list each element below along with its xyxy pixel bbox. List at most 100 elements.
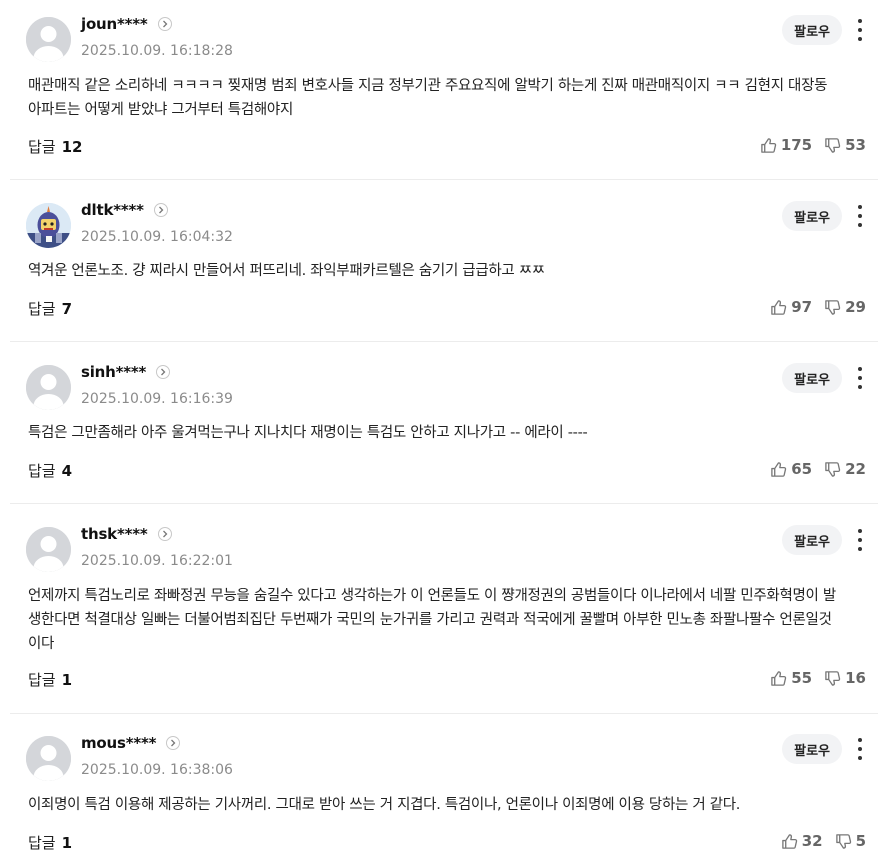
thumbs-down-icon (835, 833, 851, 849)
like-count: 175 (780, 136, 813, 154)
dislike-button[interactable]: 53 (824, 136, 866, 154)
dislike-count: 29 (845, 298, 866, 316)
comment-item: dltk**** 2025.10.09. 16:04:32 팔로우 역겨운 언론… (0, 186, 888, 341)
like-count: 55 (791, 669, 813, 687)
reply-count: 1 (61, 671, 73, 689)
comment-item: sinh**** 2025.10.09. 16:16:39 팔로우 특검은 그만… (0, 348, 888, 503)
comment-text: 이죄명이 특검 이용해 제공하는 기사꺼리. 그대로 받아 쓰는 거 지겹다. … (28, 797, 741, 813)
follow-button[interactable]: 팔로우 (782, 525, 842, 555)
timestamp: 2025.10.09. 16:04:32 (81, 229, 233, 245)
more-options-icon[interactable] (856, 19, 864, 41)
more-options-icon[interactable] (856, 367, 864, 389)
like-count: 32 (801, 832, 823, 850)
timestamp: 2025.10.09. 16:38:06 (81, 762, 233, 778)
like-button[interactable]: 32 (781, 832, 823, 850)
profile-arrow-icon[interactable] (156, 365, 171, 379)
dislike-count: 53 (845, 136, 866, 154)
more-options-icon[interactable] (856, 529, 864, 551)
user-line: joun**** (81, 15, 172, 33)
thumbs-down-icon (825, 137, 841, 153)
reply-count: 7 (61, 300, 73, 318)
reply-count: 12 (61, 138, 83, 156)
user-line: sinh**** (81, 363, 171, 381)
more-options-icon[interactable] (856, 738, 864, 760)
vote-group: 55 16 (770, 669, 866, 687)
thumbs-up-icon (771, 461, 787, 477)
dislike-button[interactable]: 29 (824, 298, 866, 316)
vote-group: 97 29 (770, 298, 866, 316)
thumbs-up-icon (771, 299, 787, 315)
divider (10, 713, 878, 714)
like-count: 97 (791, 298, 813, 316)
like-button[interactable]: 65 (770, 460, 812, 478)
username[interactable]: sinh**** (81, 363, 146, 381)
like-button[interactable]: 55 (770, 669, 812, 687)
comment-item: thsk**** 2025.10.09. 16:22:01 팔로우 언제까지 특… (0, 510, 888, 713)
username[interactable]: thsk**** (81, 525, 148, 543)
timestamp: 2025.10.09. 16:22:01 (81, 553, 233, 569)
avatar[interactable] (26, 527, 71, 572)
default-avatar-icon (26, 365, 71, 410)
dislike-button[interactable]: 22 (824, 460, 866, 478)
comment-text: 특검은 그만좀해라 아주 울겨먹는구나 지나치다 재명이는 특검도 안하고 지나… (28, 425, 588, 441)
dislike-button[interactable]: 16 (824, 669, 866, 687)
reply-label: 답글 (28, 834, 56, 852)
timestamp: 2025.10.09. 16:18:28 (81, 43, 233, 59)
comment-list: joun**** 2025.10.09. 16:18:28 팔로우 매관매직 같… (0, 0, 888, 862)
reply-label: 답글 (28, 671, 56, 689)
avatar[interactable] (26, 365, 71, 410)
like-count: 65 (791, 460, 813, 478)
default-avatar-icon (26, 17, 71, 62)
avatar[interactable] (26, 736, 71, 781)
default-avatar-icon (26, 527, 71, 572)
thumbs-up-icon (771, 670, 787, 686)
reply-button[interactable]: 답글 7 (28, 298, 72, 319)
follow-button[interactable]: 팔로우 (782, 15, 842, 45)
comment-item: joun**** 2025.10.09. 16:18:28 팔로우 매관매직 같… (0, 0, 888, 180)
default-avatar-icon (26, 736, 71, 781)
thumbs-up-icon (781, 833, 797, 849)
divider (10, 503, 878, 504)
vote-group: 175 53 (760, 136, 866, 154)
comment-text: 역겨운 언론노조. 걍 찌라시 만들어서 퍼뜨리네. 좌익부패카르텔은 숨기기 … (28, 263, 545, 279)
user-line: thsk**** (81, 525, 172, 543)
follow-button[interactable]: 팔로우 (782, 363, 842, 393)
avatar[interactable] (26, 17, 71, 62)
dislike-count: 22 (845, 460, 866, 478)
reply-button[interactable]: 답글 1 (28, 832, 72, 853)
thumbs-up-icon (761, 137, 776, 153)
reply-count: 4 (61, 462, 73, 480)
like-button[interactable]: 97 (770, 298, 812, 316)
divider (10, 341, 878, 342)
comment-text: 매관매직 같은 소리하네 ㅋㅋㅋㅋ 찢재명 범죄 변호사들 지금 정부기관 주요… (28, 78, 828, 118)
thumbs-down-icon (825, 670, 841, 686)
profile-arrow-icon[interactable] (166, 736, 181, 750)
reply-count: 1 (61, 834, 73, 852)
reply-button[interactable]: 답글 1 (28, 669, 72, 690)
dislike-button[interactable]: 5 (835, 832, 866, 850)
reply-label: 답글 (28, 300, 56, 318)
vote-group: 32 5 (781, 832, 866, 850)
more-options-icon[interactable] (856, 205, 864, 227)
dislike-count: 16 (845, 669, 866, 687)
user-line: dltk**** (81, 201, 168, 219)
thumbs-down-icon (825, 299, 841, 315)
thumbs-down-icon (825, 461, 841, 477)
divider (10, 179, 878, 180)
follow-button[interactable]: 팔로우 (782, 734, 842, 764)
username[interactable]: mous**** (81, 734, 157, 752)
username[interactable]: dltk**** (81, 201, 144, 219)
like-button[interactable]: 175 (760, 136, 812, 154)
comment-item: mous**** 2025.10.09. 16:38:06 팔로우 이죄명이 특… (0, 719, 888, 862)
dislike-count: 5 (855, 832, 866, 850)
profile-arrow-icon[interactable] (157, 17, 172, 31)
profile-arrow-icon[interactable] (153, 203, 168, 217)
comment-text: 언제까지 특검노리로 좌빠정권 무능을 숨길수 있다고 생각하는가 이 언론들도… (28, 588, 836, 652)
profile-arrow-icon[interactable] (157, 527, 172, 541)
user-line: mous**** (81, 734, 181, 752)
username[interactable]: joun**** (81, 15, 148, 33)
reply-button[interactable]: 답글 4 (28, 460, 72, 481)
reply-button[interactable]: 답글 12 (28, 136, 82, 157)
follow-button[interactable]: 팔로우 (782, 201, 842, 231)
avatar[interactable] (26, 203, 71, 248)
